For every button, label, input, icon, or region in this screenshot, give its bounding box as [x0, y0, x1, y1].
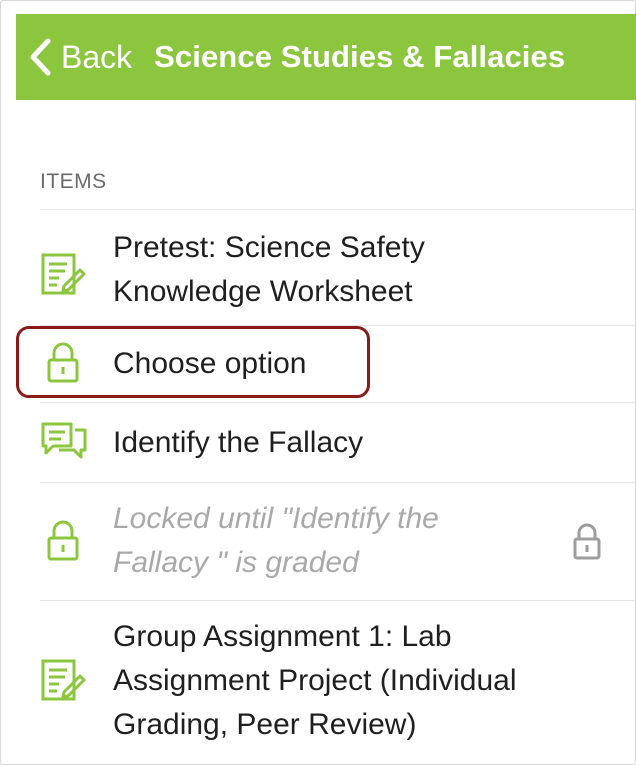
- list-item[interactable]: Group Assignment 1: Lab Assignment Proje…: [0, 601, 636, 761]
- list-item[interactable]: Identify the Fallacy: [0, 404, 636, 482]
- item-title: Group Assignment 1: Lab Assignment Proje…: [113, 615, 517, 747]
- section-header: ITEMS: [40, 170, 107, 193]
- item-title-line: Pretest: Science Safety: [113, 231, 425, 264]
- list-item[interactable]: Pretest: Science Safety Knowledge Worksh…: [0, 224, 636, 324]
- item-title-line: Locked until "Identify the: [113, 502, 439, 535]
- back-button[interactable]: Back: [16, 37, 132, 77]
- item-title: Identify the Fallacy: [113, 421, 363, 465]
- discussion-icon: [41, 422, 87, 459]
- assignment-icon: [41, 659, 86, 701]
- item-title-line: Knowledge Worksheet: [113, 275, 413, 308]
- item-title: Pretest: Science Safety Knowledge Worksh…: [113, 226, 425, 314]
- highlight-box: [16, 326, 370, 398]
- divider: [40, 402, 636, 403]
- assignment-icon: [41, 253, 86, 295]
- chevron-left-icon: [30, 38, 51, 76]
- item-title-line: Identify the Fallacy: [113, 426, 364, 459]
- divider: [40, 209, 636, 210]
- item-title-line: Grading, Peer Review): [113, 708, 417, 741]
- page-title: Science Studies & Fallacies: [154, 39, 566, 74]
- back-label: Back: [61, 38, 133, 75]
- lock-icon: [47, 520, 79, 561]
- item-title-line: Group Assignment 1: Lab: [113, 620, 452, 653]
- item-title: Locked until "Identify the Fallacy " is …: [113, 497, 439, 585]
- list-item[interactable]: Locked until "Identify the Fallacy " is …: [0, 483, 636, 600]
- item-title-line: Fallacy " is graded: [113, 546, 359, 579]
- lock-icon: [573, 523, 601, 560]
- item-title-line: Assignment Project (Individual: [113, 664, 517, 697]
- nav-bar: Back Science Studies & Fallacies: [16, 14, 636, 100]
